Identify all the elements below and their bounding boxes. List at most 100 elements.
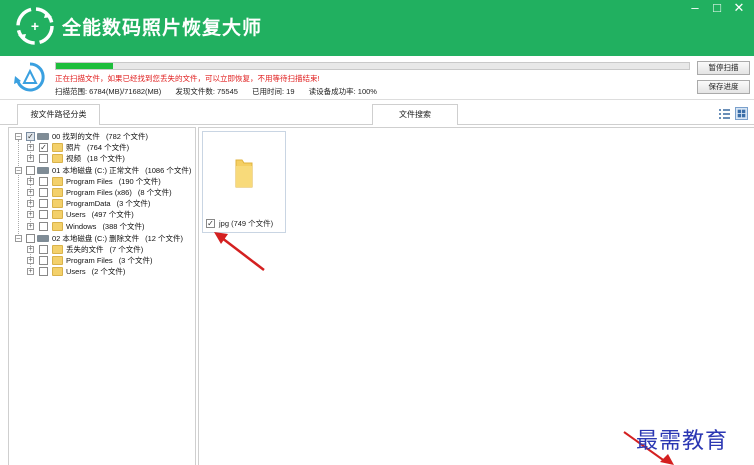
expand-toggle[interactable]: + — [27, 246, 34, 253]
grid-view-icon[interactable] — [735, 107, 748, 120]
folder-icon — [52, 267, 63, 276]
expand-toggle[interactable]: + — [27, 223, 34, 230]
tree-label: 02 本地磁盘 (C:) 删除文件 — [52, 234, 140, 243]
save-progress-button[interactable]: 保存进度 — [697, 80, 750, 94]
folder-icon — [52, 256, 63, 265]
folder-icon — [52, 210, 63, 219]
tree-item-local-disk-deleted[interactable]: – 02 本地磁盘 (C:) 删除文件 (12 个文件) — [9, 233, 195, 244]
checkbox[interactable] — [26, 234, 35, 243]
pause-scan-button[interactable]: 暂停扫描 — [697, 61, 750, 75]
svg-text:+: + — [31, 18, 39, 34]
folder-icon — [52, 245, 63, 254]
close-button[interactable]: ✕ — [728, 0, 750, 16]
tree-item-found-files[interactable]: – ✓ 00 找到的文件 (782 个文件) — [9, 131, 195, 142]
tree-item-program-files[interactable]: + Program Files (190 个文件) — [9, 176, 195, 187]
tree-count: (12 个文件) — [145, 234, 184, 243]
expand-toggle[interactable]: + — [27, 144, 34, 151]
minimize-button[interactable]: – — [684, 0, 706, 16]
maximize-button[interactable]: □ — [706, 0, 728, 16]
tree-label: Windows — [66, 222, 97, 231]
folder-icon — [52, 222, 63, 231]
checkbox[interactable] — [39, 154, 48, 163]
tree-label: 00 找到的文件 — [52, 132, 100, 141]
tree-count: (1086 个文件) — [145, 166, 192, 175]
tab-file-search[interactable]: 文件搜索 — [372, 104, 458, 125]
checkbox[interactable] — [39, 245, 48, 254]
title-bar: + 全能数码照片恢复大师 – □ ✕ — [0, 0, 754, 56]
checkbox[interactable] — [39, 222, 48, 231]
tree-item-programdata[interactable]: + ProgramData (3 个文件) — [9, 198, 195, 209]
tree-count: (8 个文件) — [137, 188, 172, 197]
tree-count: (190 个文件) — [118, 177, 161, 186]
collapse-toggle[interactable]: – — [15, 133, 22, 140]
expand-toggle[interactable]: + — [27, 257, 34, 264]
folder-icon — [52, 154, 63, 163]
tree-item-users-deleted[interactable]: + Users (2 个文件) — [9, 266, 195, 277]
drive-icon — [37, 133, 49, 140]
tree-item-local-disk-normal[interactable]: – 01 本地磁盘 (C:) 正常文件 (1086 个文件) — [9, 165, 195, 176]
tree-label: ProgramData — [66, 199, 111, 208]
tree-item-photos[interactable]: + ✓ 照片 (764 个文件) — [9, 142, 195, 153]
folder-icon — [52, 177, 63, 186]
drive-icon — [37, 167, 49, 174]
tree-item-program-files-deleted[interactable]: + Program Files (3 个文件) — [9, 255, 195, 266]
checkbox[interactable] — [26, 166, 35, 175]
tree-item-lost-files[interactable]: + 丢失的文件 (7 个文件) — [9, 244, 195, 255]
tree-item-users[interactable]: + Users (497 个文件) — [9, 209, 195, 220]
folder-icon — [52, 143, 63, 152]
checkbox[interactable] — [39, 177, 48, 186]
tree-count: (782 个文件) — [105, 132, 149, 141]
list-view-icon[interactable] — [718, 107, 731, 120]
drive-icon — [37, 235, 49, 242]
tab-by-path[interactable]: 按文件路径分类 — [17, 104, 100, 125]
expand-toggle[interactable]: + — [27, 211, 34, 218]
expand-toggle[interactable]: + — [27, 200, 34, 207]
tree-label: Program Files (x86) — [66, 188, 132, 197]
expand-toggle[interactable]: + — [27, 189, 34, 196]
tree-count: (7 个文件) — [109, 245, 144, 254]
collapse-toggle[interactable]: – — [15, 167, 22, 174]
scan-status-icon — [14, 62, 45, 92]
tree-label: Program Files — [66, 256, 113, 265]
tree-label: 01 本地磁盘 (C:) 正常文件 — [52, 166, 140, 175]
scan-range: 扫描范围: 6784(MB)/71682(MB) — [55, 87, 162, 96]
expand-toggle[interactable]: + — [27, 268, 34, 275]
checkbox[interactable] — [39, 256, 48, 265]
tree-label: 视频 — [66, 154, 81, 163]
scan-progress-bar — [55, 62, 690, 70]
tree-count: (764 个文件) — [87, 143, 130, 152]
tree-count: (18 个文件) — [87, 154, 125, 163]
file-view-panel: ✓ jpg (749 个文件) — [198, 127, 754, 465]
tree-count: (3 个文件) — [118, 256, 153, 265]
tree-count: (2 个文件) — [91, 267, 126, 276]
checkbox[interactable] — [39, 210, 48, 219]
checkbox[interactable]: ✓ — [39, 143, 48, 152]
folder-icon — [52, 188, 63, 197]
checkbox[interactable] — [39, 199, 48, 208]
checkbox[interactable]: ✓ — [26, 132, 35, 141]
folder-tree: – ✓ 00 找到的文件 (782 个文件) + ✓ 照片 (764 个文件) + … — [8, 127, 196, 465]
tree-label: Users — [66, 210, 86, 219]
expand-toggle[interactable]: + — [27, 178, 34, 185]
tree-label: Users — [66, 267, 86, 276]
scan-status-bar: 正在扫描文件，如果已经找到您丢失的文件，可以立即恢复，不用等待扫描结束! 扫描范… — [0, 56, 754, 100]
expand-toggle[interactable]: + — [27, 155, 34, 162]
tree-label: Program Files — [66, 177, 113, 186]
tree-item-program-files-x86[interactable]: + Program Files (x86) (8 个文件) — [9, 187, 195, 198]
tree-item-windows[interactable]: + Windows (388 个文件) — [9, 221, 195, 232]
read-success-rate: 读设备成功率: 100% — [308, 87, 377, 96]
tree-count: (388 个文件) — [102, 222, 145, 231]
collapse-toggle[interactable]: – — [15, 235, 22, 242]
checkbox[interactable]: ✓ — [206, 219, 215, 228]
tree-item-videos[interactable]: + 视频 (18 个文件) — [9, 153, 195, 164]
scan-progress-fill — [56, 63, 113, 69]
found-count: 发现文件数: 75545 — [175, 87, 238, 96]
file-type-card-jpg[interactable]: ✓ jpg (749 个文件) — [202, 131, 286, 233]
elapsed-time: 已用时间: 19 — [252, 87, 295, 96]
annotation-arrow — [214, 232, 265, 271]
checkbox[interactable] — [39, 267, 48, 276]
checkbox[interactable] — [39, 188, 48, 197]
tree-count: (3 个文件) — [116, 199, 151, 208]
folder-icon — [235, 159, 253, 188]
scan-warning-text: 正在扫描文件，如果已经找到您丢失的文件，可以立即恢复，不用等待扫描结束! — [55, 74, 320, 83]
